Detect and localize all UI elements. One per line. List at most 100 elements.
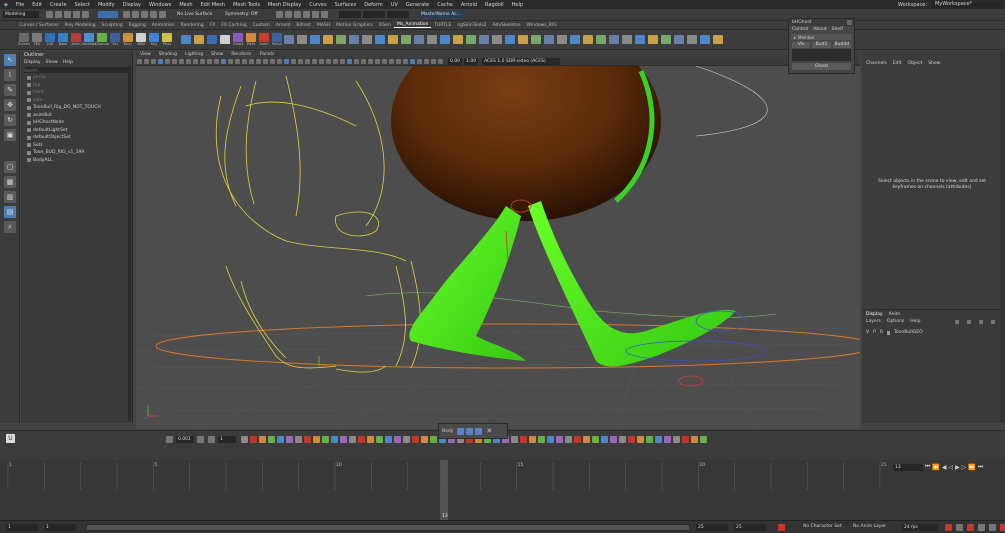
anim-tool-icon[interactable] [412, 436, 419, 443]
snap-grid-icon[interactable] [123, 11, 130, 18]
anim-tool-icon[interactable] [547, 436, 554, 443]
shelf-extra-icon[interactable] [505, 35, 515, 44]
viewport-tool-icon[interactable] [361, 59, 366, 64]
body-icon-3[interactable] [475, 427, 483, 435]
outliner-item[interactable]: Toon_BUD_RIG_v1_199 [21, 149, 132, 157]
viewport-tool-icon[interactable] [403, 59, 408, 64]
viewport-tool-icon[interactable] [193, 59, 198, 64]
outliner-search-input[interactable] [24, 67, 128, 73]
viewport-tool-icon[interactable] [249, 59, 254, 64]
menu-set-dropdown[interactable]: Modeling [3, 11, 39, 18]
attribute-editor-strip[interactable] [1000, 51, 1005, 423]
outliner-item[interactable]: front [21, 89, 132, 97]
prefs-icon[interactable] [967, 524, 974, 531]
shelf-extra-icon[interactable] [310, 35, 320, 44]
anim-tool-icon[interactable] [520, 436, 527, 443]
viewport-tool-icon[interactable] [144, 59, 149, 64]
shelf-tab-animation[interactable]: Animation [149, 23, 178, 28]
outliner-item[interactable]: side [21, 97, 132, 105]
anim-tool-icon[interactable] [367, 436, 374, 443]
shelf-extra-icon[interactable] [453, 35, 463, 44]
layer-color-swatch[interactable] [886, 330, 890, 335]
anim-tool-icon[interactable] [277, 436, 284, 443]
anim-tool-icon[interactable] [583, 436, 590, 443]
layer-reference-toggle[interactable]: R [880, 330, 883, 335]
menu-help[interactable]: Help [508, 2, 527, 8]
anim-tool-icon[interactable] [700, 436, 707, 443]
outliner-item[interactable]: BodyALL [21, 157, 132, 165]
shelf-extra-icon[interactable] [518, 35, 528, 44]
popup-close-icon[interactable] [847, 20, 852, 25]
viewport-scene[interactable] [136, 66, 860, 429]
anim-tool-icon[interactable] [241, 436, 248, 443]
layer-row[interactable]: V P R ToonBullGEO [862, 324, 1000, 335]
anim-tool-icon[interactable] [601, 436, 608, 443]
shelf-tab-rigging[interactable]: Rigging [126, 23, 149, 28]
shelf-extra-icon[interactable] [609, 35, 619, 44]
outliner-item[interactable]: defaultObjectSet [21, 134, 132, 142]
step-forward-key-icon[interactable]: ⏩ [968, 464, 975, 471]
shelf-extra-icon[interactable] [635, 35, 645, 44]
popup-tab-about[interactable]: About [813, 27, 826, 32]
shelf-extra-icon[interactable] [466, 35, 476, 44]
anim-tool-icon[interactable] [655, 436, 662, 443]
shelf-icon-11[interactable]: Phys [161, 33, 173, 46]
anim-tool-icon[interactable] [403, 436, 410, 443]
menu-generate[interactable]: Generate [402, 2, 433, 8]
viewport-tool-icon[interactable] [263, 59, 268, 64]
vp-menu-renderer[interactable]: Renderer [227, 52, 256, 57]
viewport-tool-icon[interactable] [200, 59, 205, 64]
channel-menu-channels[interactable]: Channels [866, 61, 887, 66]
viewport-tool-icon[interactable] [410, 59, 415, 64]
body-close-icon[interactable]: ✕ [486, 427, 492, 435]
save-scene-icon[interactable] [64, 11, 71, 18]
shelf-icon-10[interactable]: Key [148, 33, 160, 46]
outliner-menu-help[interactable]: Help [63, 60, 73, 65]
menu-uv[interactable]: UV [387, 2, 402, 8]
shelf-icon-6[interactable]: Cleanup [95, 33, 109, 46]
viewport-tool-icon[interactable] [186, 59, 191, 64]
anim-tool-icon[interactable] [592, 436, 599, 443]
outliner-item[interactable]: persp [21, 74, 132, 82]
anim-tool-icon[interactable] [349, 436, 356, 443]
shelf-tab-custom[interactable]: Custom [250, 23, 273, 28]
anim-tool-icon[interactable] [646, 436, 653, 443]
popup-col-bud4d[interactable]: Bud4d [832, 42, 851, 48]
shelf-extra-icon[interactable] [674, 35, 684, 44]
help-icon[interactable] [989, 524, 996, 531]
move-tool-icon[interactable]: ✥ [4, 99, 16, 111]
anim-tool-icon[interactable] [529, 436, 536, 443]
shelf-extra-icon[interactable] [375, 35, 385, 44]
symmetry-field[interactable]: Symmetry: Off [223, 11, 263, 18]
viewport-tool-icon[interactable] [340, 59, 345, 64]
outliner-item[interactable]: bHGhostNode [21, 119, 132, 127]
viewport-tool-icon[interactable] [431, 59, 436, 64]
end-time-field[interactable]: 25 [734, 524, 766, 531]
vp-menu-shading[interactable]: Shading [155, 52, 181, 57]
shelf-extra-icon[interactable] [492, 35, 502, 44]
menu-arnold[interactable]: Arnold [457, 2, 481, 8]
start-time-field[interactable]: 1 [6, 524, 38, 531]
menu-file[interactable]: File [12, 2, 28, 8]
viewport-tool-icon[interactable] [221, 59, 226, 64]
viewport-panel[interactable]: View Shading Lighting Show Renderer Pane… [136, 51, 860, 429]
layer-visibility-toggle[interactable]: V [866, 330, 869, 335]
layer-menu-options[interactable]: Options [887, 319, 904, 324]
new-layer-selected-icon[interactable] [967, 319, 971, 324]
viewport-tool-icon[interactable] [207, 59, 212, 64]
fps-dropdown[interactable]: 24 fps [902, 524, 938, 531]
far-clip-field[interactable]: 1.00 [464, 58, 479, 65]
viewport-tool-icon[interactable] [333, 59, 338, 64]
shelf-tab-active[interactable]: Ms_Animation [393, 22, 432, 28]
arnold-render-icon[interactable] [321, 11, 328, 18]
range-slider[interactable] [86, 524, 690, 531]
open-scene-icon[interactable] [55, 11, 62, 18]
selection-mask-group[interactable] [98, 11, 118, 18]
time-slider-ticks[interactable]: 1 5 10 15 20 2513 [0, 460, 890, 520]
plus-icon[interactable] [197, 436, 204, 443]
shelf-extra-icon[interactable] [336, 35, 346, 44]
anim-tool-icon[interactable] [268, 436, 275, 443]
shelf-extra-icon[interactable] [297, 35, 307, 44]
viewport-tool-icon[interactable] [389, 59, 394, 64]
script-icon[interactable] [978, 524, 985, 531]
